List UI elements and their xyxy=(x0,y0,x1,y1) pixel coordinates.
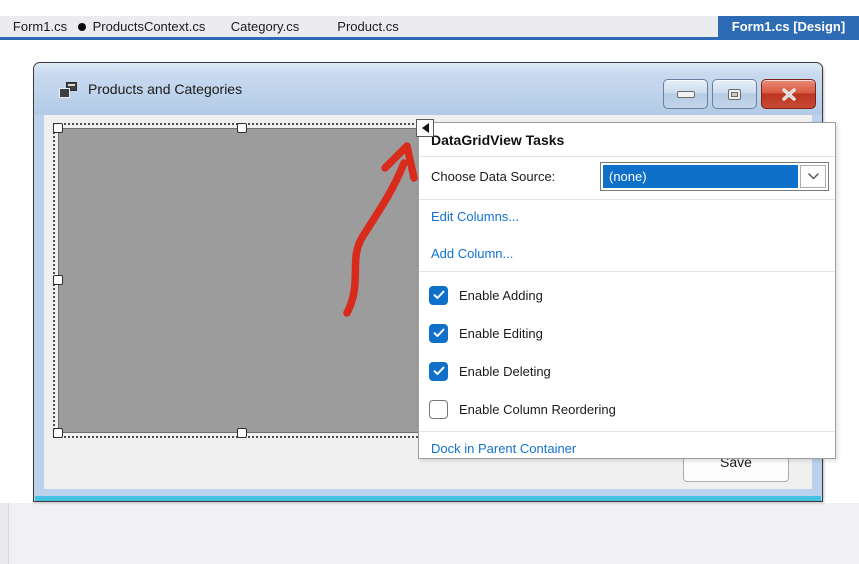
chevron-down-icon xyxy=(808,173,819,180)
resize-handle-middle-left[interactable] xyxy=(53,275,63,285)
enable-adding-checkbox[interactable] xyxy=(429,286,448,305)
data-source-combobox[interactable]: (none) xyxy=(600,162,829,191)
divider xyxy=(419,271,835,272)
tab-category-cs[interactable]: Category.cs xyxy=(215,16,315,37)
enable-editing-checkbox[interactable] xyxy=(429,324,448,343)
panel-title: DataGridView Tasks xyxy=(419,123,835,156)
maximize-button[interactable] xyxy=(712,79,757,109)
checkbox-label: Enable Editing xyxy=(459,326,543,341)
tab-label: Form1.cs [Design] xyxy=(732,19,845,34)
combobox-dropdown-button[interactable] xyxy=(800,165,826,188)
check-icon xyxy=(433,328,445,338)
close-button[interactable] xyxy=(761,79,816,109)
window-control-buttons xyxy=(663,79,816,109)
datagridview-control[interactable] xyxy=(58,128,425,433)
enable-deleting-row[interactable]: Enable Deleting xyxy=(429,360,835,382)
dock-in-parent-container-link[interactable]: Dock in Parent Container xyxy=(431,441,576,459)
resize-handle-bottom-middle[interactable] xyxy=(237,428,247,438)
smart-tag-button[interactable] xyxy=(416,119,434,137)
edit-columns-link[interactable]: Edit Columns... xyxy=(431,209,519,227)
vs-designer-screen: Form1.cs ProductsContext.cs Category.cs … xyxy=(0,0,859,564)
check-icon xyxy=(433,290,445,300)
enable-adding-row[interactable]: Enable Adding xyxy=(429,284,835,306)
tab-label: Form1.cs xyxy=(13,19,67,34)
document-tab-bar: Form1.cs ProductsContext.cs Category.cs … xyxy=(0,16,859,37)
enable-column-reordering-row[interactable]: Enable Column Reordering xyxy=(429,398,835,420)
tab-label: Product.cs xyxy=(337,19,398,34)
maximize-icon xyxy=(728,89,741,100)
divider xyxy=(419,431,835,432)
modified-dot-icon xyxy=(78,23,86,31)
form-icon xyxy=(60,82,77,97)
minimize-button[interactable] xyxy=(663,79,708,109)
data-source-selected-value: (none) xyxy=(603,165,798,188)
divider xyxy=(419,156,835,157)
designer-background xyxy=(0,503,859,564)
tab-label: ProductsContext.cs xyxy=(93,19,206,34)
enable-column-reordering-checkbox[interactable] xyxy=(429,400,448,419)
tab-label: Category.cs xyxy=(231,19,299,34)
minimize-icon xyxy=(677,91,695,98)
enable-editing-row[interactable]: Enable Editing xyxy=(429,322,835,344)
resize-handle-top-middle[interactable] xyxy=(237,123,247,133)
divider xyxy=(419,199,835,200)
datagridview-tasks-panel: DataGridView Tasks Choose Data Source: (… xyxy=(418,122,836,459)
active-document-accent-bar xyxy=(0,37,859,40)
check-icon xyxy=(433,366,445,376)
add-column-link[interactable]: Add Column... xyxy=(431,246,513,264)
smart-tag-triangle-icon xyxy=(422,123,429,133)
designer-left-gutter xyxy=(0,503,9,564)
choose-data-source-label: Choose Data Source: xyxy=(431,169,555,184)
tab-product-cs[interactable]: Product.cs xyxy=(322,16,414,37)
resize-handle-top-left[interactable] xyxy=(53,123,63,133)
tab-form1-design[interactable]: Form1.cs [Design] xyxy=(718,16,859,37)
close-icon xyxy=(781,88,797,101)
enable-deleting-checkbox[interactable] xyxy=(429,362,448,381)
form-bottom-accent xyxy=(35,496,821,501)
checkbox-label: Enable Adding xyxy=(459,288,543,303)
form-title: Products and Categories xyxy=(88,81,242,97)
checkbox-label: Enable Column Reordering xyxy=(459,402,616,417)
checkbox-label: Enable Deleting xyxy=(459,364,551,379)
resize-handle-bottom-left[interactable] xyxy=(53,428,63,438)
tab-productscontext-cs[interactable]: ProductsContext.cs xyxy=(68,16,215,37)
